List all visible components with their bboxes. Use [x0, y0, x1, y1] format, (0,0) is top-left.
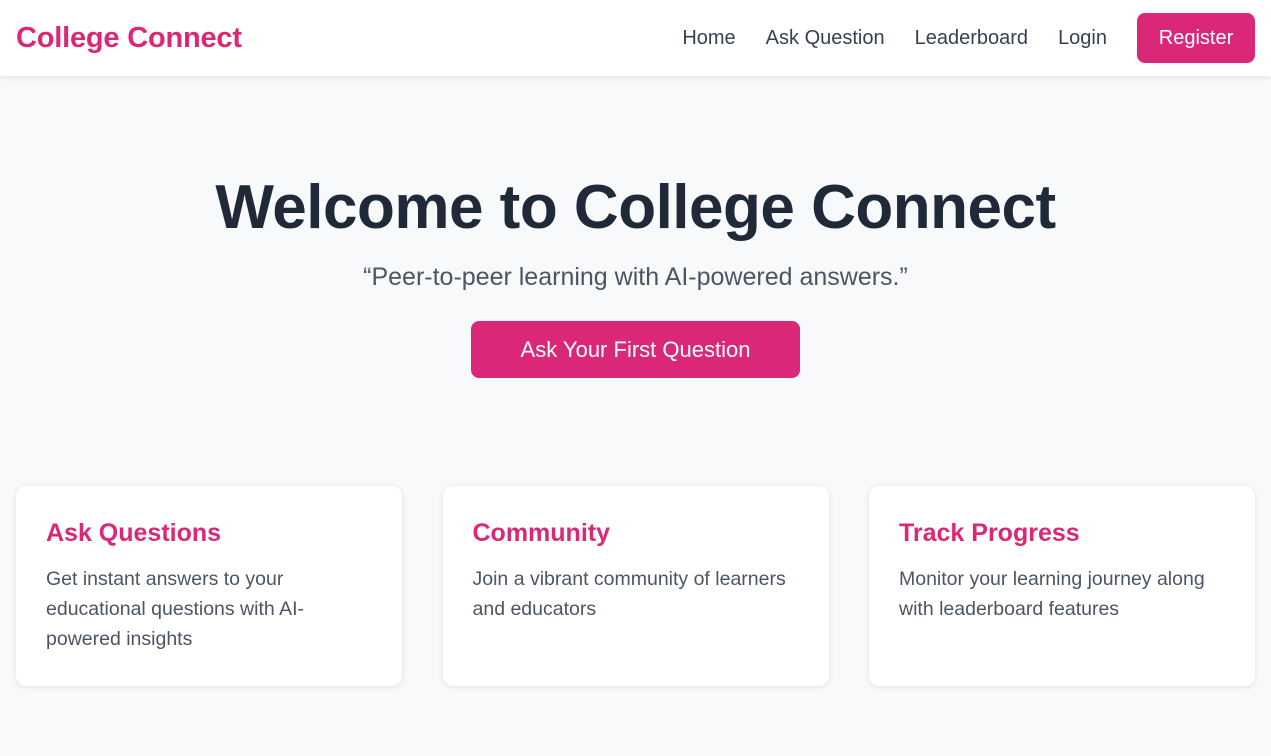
feature-card-title: Community	[472, 519, 611, 547]
nav-link-leaderboard[interactable]: Leaderboard	[915, 27, 1028, 50]
feature-card-ask-questions: Ask Questions Get instant answers to you…	[16, 486, 402, 686]
navbar: College Connect Home Ask Question Leader…	[0, 0, 1271, 76]
features-section: Ask Questions Get instant answers to you…	[16, 486, 1255, 686]
feature-card-title: Track Progress	[899, 519, 1080, 547]
hero-title: Welcome to College Connect	[215, 173, 1056, 242]
feature-card-text: Join a vibrant community of learners and…	[472, 568, 786, 620]
feature-card-title: Ask Questions	[46, 519, 222, 547]
brand-logo[interactable]: College Connect	[16, 22, 242, 55]
feature-card-text: Monitor your learning journey along with…	[899, 568, 1205, 620]
hero-subtitle: “Peer-to-peer learning with AI-powered a…	[363, 263, 908, 291]
nav-links: Home Ask Question Leaderboard Login Regi…	[682, 13, 1255, 63]
hero-section: Welcome to College Connect “Peer-to-peer…	[0, 76, 1271, 378]
register-button[interactable]: Register	[1137, 13, 1255, 63]
feature-card-track-progress: Track Progress Monitor your learning jou…	[869, 486, 1255, 686]
nav-link-ask-question[interactable]: Ask Question	[766, 27, 885, 50]
nav-link-login[interactable]: Login	[1058, 27, 1107, 50]
ask-first-question-button[interactable]: Ask Your First Question	[471, 321, 800, 378]
nav-link-home[interactable]: Home	[682, 27, 735, 50]
feature-card-community: Community Join a vibrant community of le…	[442, 486, 829, 686]
feature-card-text: Get instant answers to your educational …	[46, 568, 304, 650]
